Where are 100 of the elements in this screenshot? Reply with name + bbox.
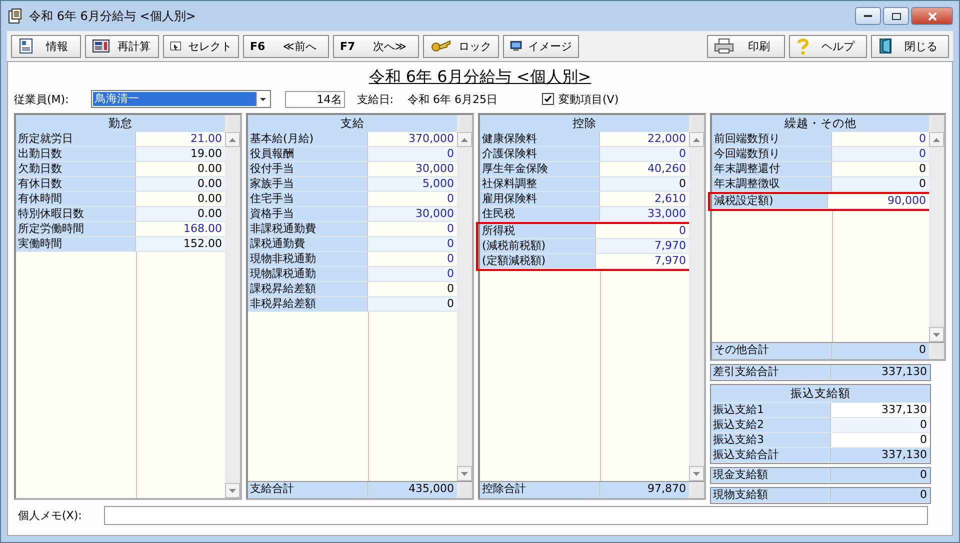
row-value: 7,970 [596,239,689,253]
memo-field[interactable] [104,506,928,524]
toolbar-button[interactable]: ヘルプ [789,34,867,58]
row-label: 今回端数預り [712,147,832,161]
row-label: 差引支給合計 [711,365,831,379]
toolbar-button[interactable]: セレクト [163,34,239,58]
panel-header: 控除 [480,115,689,132]
door-icon [878,38,894,54]
panel-header: 支給 [248,115,457,132]
total-label: 支給合計 [248,482,368,498]
row-label: 現物支給額 [711,488,831,502]
scrollbar[interactable] [457,132,472,481]
row-value: 0.00 [136,207,225,221]
toolbar-button[interactable]: 閉じる [871,34,949,58]
row-value: 0.00 [136,177,225,191]
row-label: 家族手当 [248,177,368,191]
scroll-up-icon[interactable] [229,138,236,142]
row-label: 健康保険料 [480,132,600,146]
row-label: (減税前税額) [480,239,596,253]
scroll-up-icon[interactable] [933,138,940,142]
row-label: 非課税通勤費 [248,222,368,236]
panel-header: 繰越・その他 [712,115,929,132]
row-label: 所定労働時間 [16,222,136,236]
toolbar-button[interactable]: イメージ [503,34,579,58]
row-value: 0 [832,147,929,161]
row-label: 現物課税通勤 [248,267,368,281]
box-header: 振込支給額 [711,385,930,403]
toolbar-button[interactable]: 再計算 [85,34,159,58]
maximize-button[interactable] [883,7,909,25]
row-value: 0 [600,177,689,191]
row-label: 非税昇給差額 [248,297,368,311]
row-label: 年末調整徴収 [712,177,832,191]
close-icon [928,12,936,20]
calculator-icon [92,38,110,54]
row-label: 厚生年金保険 [480,162,600,176]
scroll-down-icon[interactable] [229,488,236,492]
toolbar-button[interactable]: 印刷 [707,34,785,58]
scroll-down-icon[interactable] [693,472,700,476]
scrollbar-corner [689,115,704,132]
employee-count: 14名 [284,90,345,108]
scrollbar[interactable] [689,132,704,481]
row-value: 0 [831,468,930,482]
row-label: 年末調整還付 [712,162,832,176]
row-value: 152.00 [136,237,225,251]
scroll-down-icon[interactable] [933,332,940,336]
memo-label: 個人メモ(X): [18,508,82,522]
row-label: 住宅手当 [248,192,368,206]
scrollbar[interactable] [225,132,240,498]
scroll-up-icon[interactable] [461,138,468,142]
row-label: 課税昇給差額 [248,282,368,296]
scrollbar-corner [225,115,240,132]
caret-icon [260,98,266,100]
row-label: 振込支給1 [711,403,831,417]
row-label: 有休時間 [16,192,136,206]
scrollbar[interactable] [929,132,944,342]
minimize-icon [864,14,872,18]
row-label: 現金支給額 [711,468,831,482]
row-label: 振込支給3 [711,433,831,447]
row-label: 振込支給2 [711,418,831,432]
row-value: 0 [368,147,457,161]
total-label: 控除合計 [480,482,600,498]
window-title: 令和 6年 6月分給与 <個人別> [29,8,197,24]
toolbar-button[interactable]: ロック [423,34,499,58]
row-value: 337,130 [831,448,930,462]
scroll-up-icon[interactable] [693,138,700,142]
toolbar-button[interactable]: 情報 [11,34,81,58]
scroll-down-icon[interactable] [461,472,468,476]
row-label: 課税通勤費 [248,237,368,251]
row-label: 欠勤日数 [16,162,136,176]
minimize-button[interactable] [855,7,881,25]
row-label: 出勤日数 [16,147,136,161]
pay-date-label: 支給日: [356,92,394,106]
row-label: 雇用保険料 [480,192,600,206]
employee-label: 従業員(M): [14,92,69,106]
key-icon [430,38,452,54]
row-value: 337,130 [831,365,930,379]
row-label: 介護保険料 [480,147,600,161]
document-icon [18,38,34,54]
navigation-button[interactable]: F7 次へ≫ [333,34,419,58]
row-label: 有休日数 [16,177,136,191]
row-value: 0 [831,488,930,502]
row-label: 現物非税通勤 [248,252,368,266]
row-label: 特別休暇日数 [16,207,136,221]
scrollbar-corner [457,115,472,132]
printer-icon [714,38,734,54]
row-label: 減税設定額) [712,194,828,208]
scrollbar-corner [689,482,704,498]
row-value: 19.00 [136,147,225,161]
scrollbar-corner [929,343,944,359]
scrollbar-corner [929,115,944,132]
close-button[interactable] [911,7,953,25]
row-value: 0 [368,237,457,251]
row-label: 前回端数預り [712,132,832,146]
maximize-icon [892,12,900,20]
variable-items-checkbox[interactable]: 変動項目(V) [542,92,619,106]
employee-dropdown[interactable]: 鳥海清一 [90,90,271,108]
pay-date: 令和 6年 6月25日 [408,92,498,106]
navigation-button[interactable]: F6 ≪前へ [243,34,329,58]
row-label: 基本給(月給) [248,132,368,146]
row-value: 0 [368,297,457,311]
